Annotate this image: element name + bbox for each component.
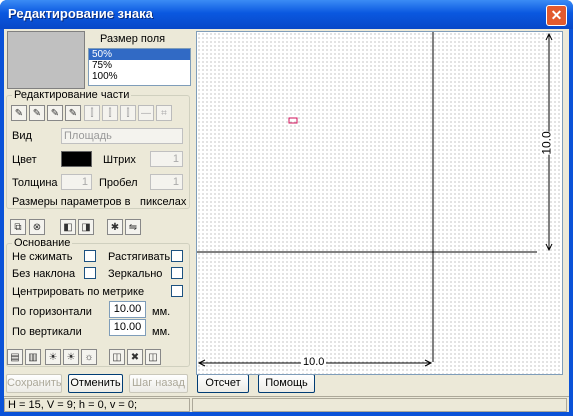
transform-1-icon[interactable]: ▤ (7, 349, 23, 365)
move-left-icon[interactable]: ◧ (60, 219, 76, 235)
align-b-icon[interactable]: ✖ (127, 349, 143, 365)
close-button[interactable]: ✕ (546, 5, 567, 26)
units-label: Размеры параметров в (12, 196, 131, 208)
status-pane-2 (192, 398, 567, 412)
reference-button[interactable]: Отсчет (197, 374, 249, 393)
stroke-field[interactable]: 1 (150, 151, 183, 167)
canvas-overlay (197, 32, 553, 367)
cancel-button[interactable]: Отменить (68, 374, 123, 393)
no-slant-label: Без наклона (12, 268, 76, 280)
base-label: Основание (12, 237, 73, 249)
vertical-unit: мм. (152, 326, 171, 338)
gap-field[interactable]: 1 (150, 174, 183, 190)
grid-icon[interactable]: ⌗ (156, 105, 172, 121)
v-dimension-label: 10.0 (539, 131, 554, 155)
align-right-icon[interactable]: ⫿ (120, 105, 136, 121)
glyph-part[interactable] (288, 117, 298, 124)
stroke-label: Штрих (103, 154, 136, 166)
horizontal-unit: мм. (152, 306, 171, 318)
horizontal-input[interactable]: 10.00 (109, 301, 146, 318)
field-size-option[interactable]: 100% (89, 71, 190, 82)
h-dimension-label: 10.0 (301, 356, 327, 368)
align-both-icon[interactable]: ⫿ (102, 105, 118, 121)
step-back-button[interactable]: Шаг назад (129, 374, 188, 393)
move-right-icon[interactable]: ◨ (78, 219, 94, 235)
sun-3-icon[interactable]: ☼ (81, 349, 97, 365)
part-edit-label: Редактирование части (12, 89, 132, 101)
align-c-icon[interactable]: ◫ (145, 349, 161, 365)
units-value: пикселах (140, 196, 187, 208)
copy-part-icon[interactable]: ⧉ (10, 219, 26, 235)
mirror-checkbox[interactable] (171, 267, 183, 279)
horizontal-label: По горизонтали (12, 306, 92, 318)
sun-2-icon[interactable]: ☀ (63, 349, 79, 365)
center-metric-label: Центрировать по метрике (12, 286, 145, 298)
vertical-label: По вертикали (12, 326, 82, 338)
view-select[interactable]: Площадь (61, 128, 183, 144)
glyph-preview (7, 31, 85, 89)
center-metric-checkbox[interactable] (171, 285, 183, 297)
help-button[interactable]: Помощь (258, 374, 315, 393)
glyph-canvas[interactable]: 10.0 10.0 (196, 31, 563, 375)
thickness-label: Толщина (12, 177, 58, 189)
field-size-option[interactable]: 50% (89, 49, 190, 60)
view-label: Вид (12, 130, 32, 142)
window-title: Редактирование знака (8, 6, 153, 21)
align-left-icon[interactable]: ⫿ (84, 105, 100, 121)
field-size-option[interactable]: 75% (89, 60, 190, 71)
stretch-checkbox[interactable] (171, 250, 183, 262)
transform-2-icon[interactable]: ▥ (25, 349, 41, 365)
delete-part-icon[interactable]: ⊗ (29, 219, 45, 235)
client-area: Размер поля 50% 75% 100% Редактирование … (4, 29, 569, 412)
vertical-input[interactable]: 10.00 (109, 319, 146, 336)
no-slant-checkbox[interactable] (84, 267, 96, 279)
pen-tool-3-icon[interactable]: ✎ (47, 105, 63, 121)
no-compress-checkbox[interactable] (84, 250, 96, 262)
line-icon[interactable]: — (138, 105, 154, 121)
pen-abc-icon[interactable]: ✎ (65, 105, 81, 121)
color-label: Цвет (12, 154, 37, 166)
status-coords: H = 15, V = 9; h = 0, v = 0; (4, 398, 190, 412)
rotate-icon[interactable]: ✱ (107, 219, 123, 235)
align-a-icon[interactable]: ◫ (109, 349, 125, 365)
no-compress-label: Не сжимать (12, 251, 73, 263)
pen-tool-2-icon[interactable]: ✎ (29, 105, 45, 121)
dialog-window: Редактирование знака ✕ Размер поля 50% 7… (0, 0, 573, 416)
title-bar: Редактирование знака ✕ (0, 0, 573, 29)
field-size-list[interactable]: 50% 75% 100% (88, 48, 191, 86)
stretch-label: Растягивать (108, 251, 171, 263)
mirror-label: Зеркально (108, 268, 163, 280)
field-size-label: Размер поля (100, 33, 166, 45)
color-swatch[interactable] (61, 151, 92, 167)
pen-tool-icon[interactable]: ✎ (11, 105, 27, 121)
status-bar: H = 15, V = 9; h = 0, v = 0; (4, 396, 569, 412)
flip-icon[interactable]: ⇋ (125, 219, 141, 235)
sun-1-icon[interactable]: ☀ (45, 349, 61, 365)
thickness-field[interactable]: 1 (61, 174, 92, 190)
save-button[interactable]: Сохранить (6, 374, 62, 393)
gap-label: Пробел (99, 177, 138, 189)
